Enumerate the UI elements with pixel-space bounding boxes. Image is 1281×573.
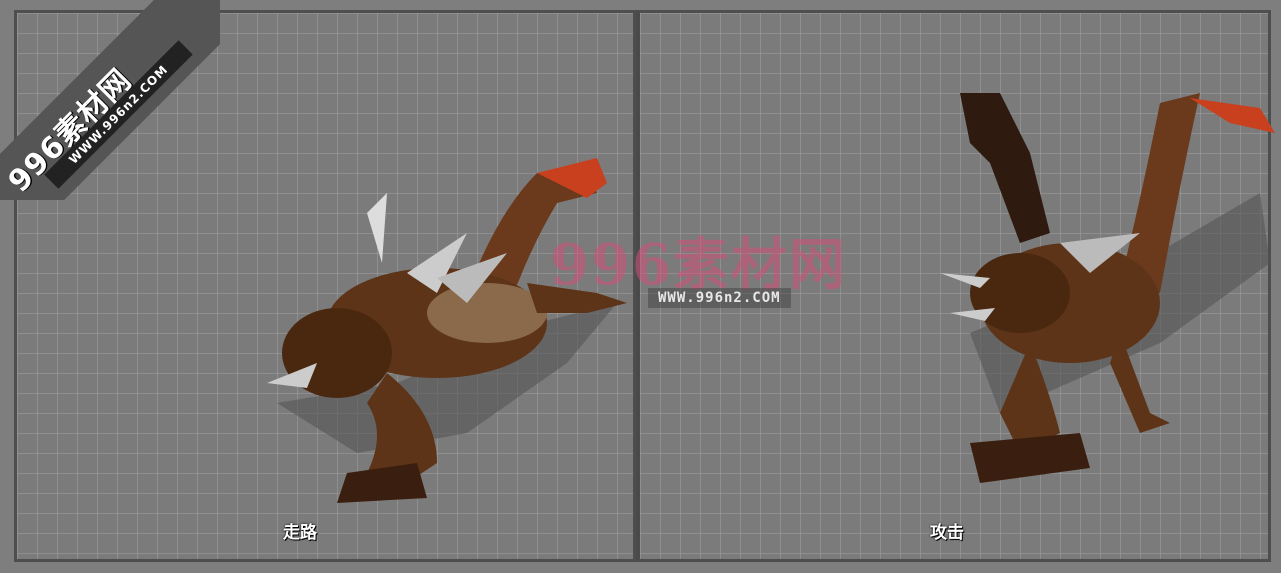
creature-attack-sprite bbox=[940, 93, 1275, 483]
preview-panel-attack: 攻击 bbox=[636, 10, 1275, 562]
corner-logo: 996素材网 WWW.996n2.COM bbox=[0, 0, 220, 200]
caption-walk: 走路 bbox=[283, 523, 317, 543]
creature-raised-arm bbox=[960, 93, 1050, 243]
creature-horn bbox=[367, 193, 387, 263]
creature-belly bbox=[427, 283, 547, 343]
viewport-frame: 走路 攻击 996素材网 WWW.996n2.COM 996素材网 WWW.99… bbox=[0, 0, 1281, 573]
creature-walk-sprite bbox=[267, 158, 627, 503]
creature-tail-tip bbox=[1190, 98, 1275, 133]
caption-attack: 攻击 bbox=[930, 523, 964, 543]
creature-claw bbox=[970, 433, 1090, 483]
logo-band: 996素材网 WWW.996n2.COM bbox=[0, 0, 220, 200]
creature-front-claw bbox=[337, 463, 427, 503]
